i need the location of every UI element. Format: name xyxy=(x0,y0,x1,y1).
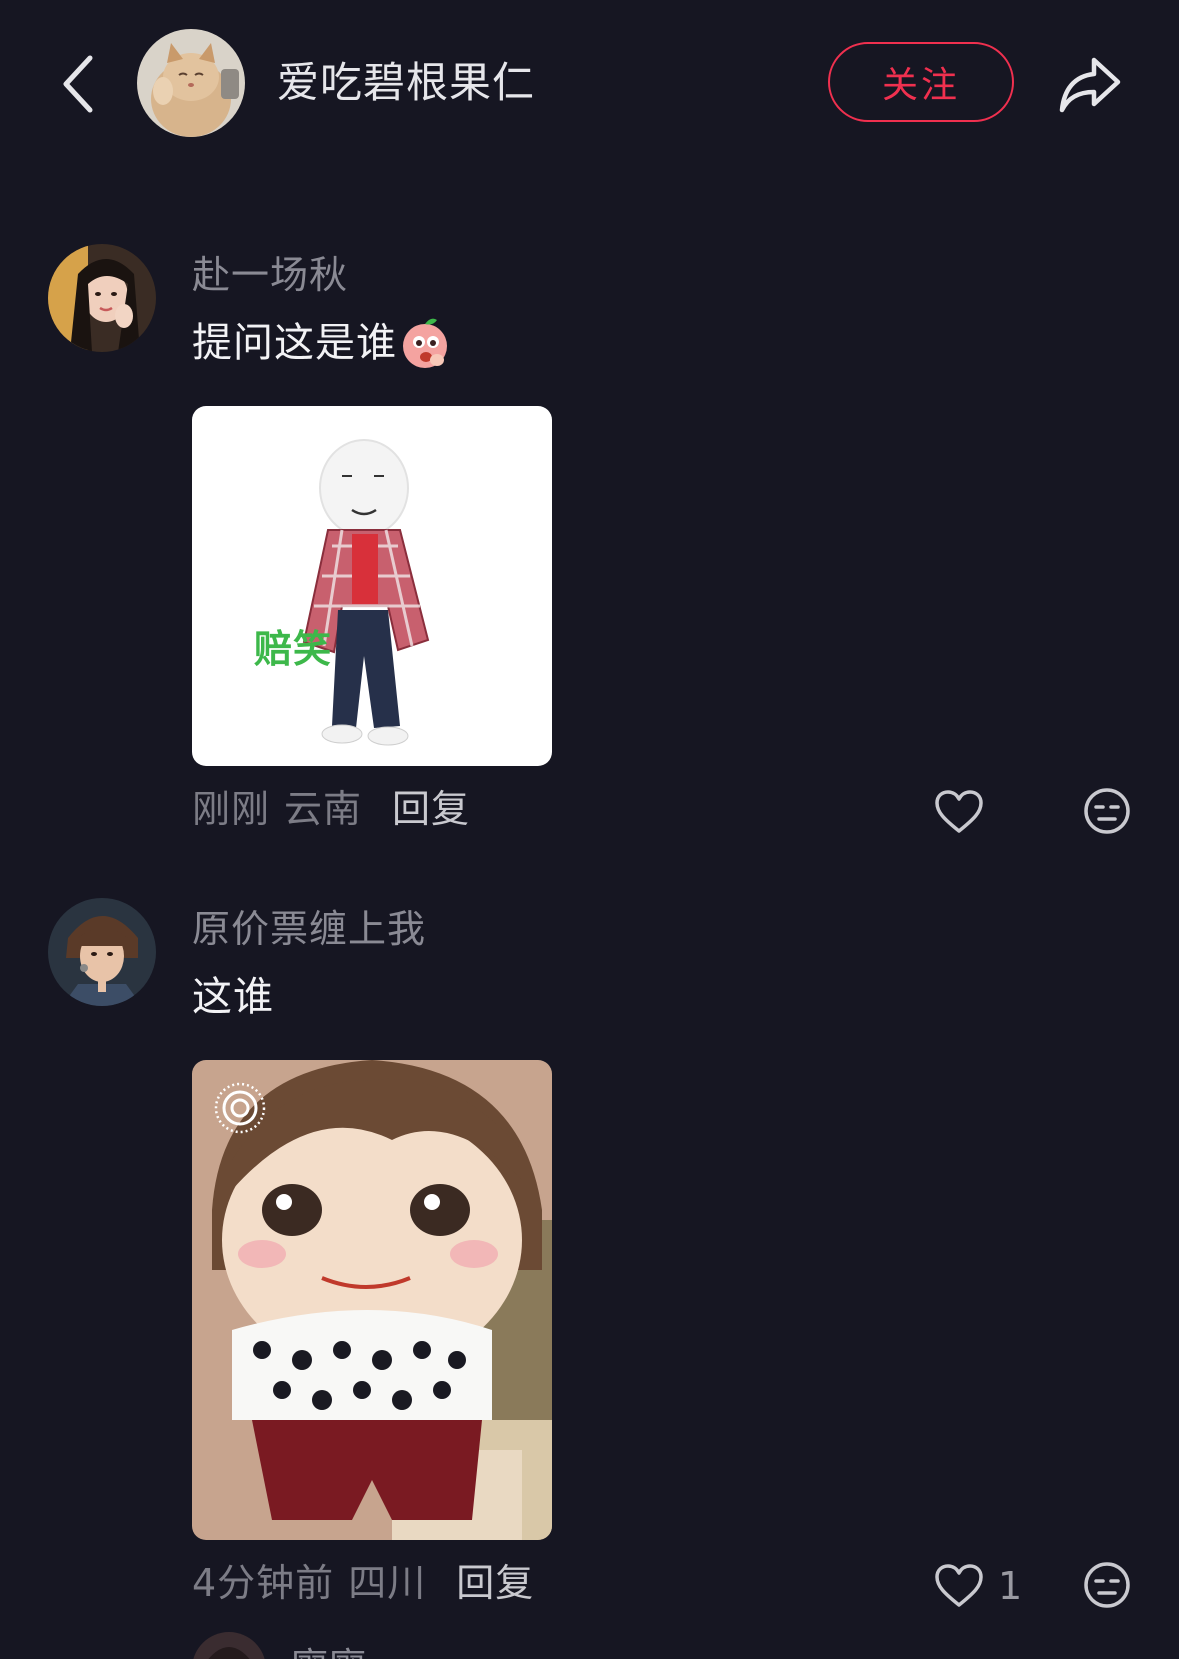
share-button[interactable] xyxy=(1054,48,1126,120)
comment-text-content: 这谁 xyxy=(192,974,274,1020)
reply-button[interactable]: 回复 xyxy=(392,784,470,834)
peach-emoji-icon xyxy=(403,318,447,368)
comment-text: 这谁 xyxy=(192,970,274,1024)
chevron-left-icon xyxy=(63,55,93,113)
reply-button[interactable]: 回复 xyxy=(456,1558,534,1608)
comment-location: 云南 xyxy=(284,787,363,831)
dislike-button[interactable] xyxy=(1082,786,1132,836)
heart-icon xyxy=(935,1564,983,1607)
share-icon xyxy=(1059,57,1121,113)
like-button[interactable] xyxy=(934,784,998,840)
comment-meta: 刚刚 云南 回复 xyxy=(192,784,470,834)
heart-icon xyxy=(935,790,983,833)
next-commenter-name[interactable]: 廖廖 xyxy=(290,1636,366,1659)
author-avatar[interactable] xyxy=(137,29,245,137)
comment-sticker-image[interactable]: 赔笑 xyxy=(192,406,552,766)
commenter-name[interactable]: 赴一场秋 xyxy=(192,250,348,300)
commenter-avatar[interactable] xyxy=(48,244,156,352)
like-count: 1 xyxy=(998,1564,1023,1608)
author-name[interactable]: 爱吃碧根果仁 xyxy=(277,55,535,111)
sticker-caption: 赔笑 xyxy=(254,627,333,671)
top-bar: 爱吃碧根果仁 关注 xyxy=(0,0,1179,170)
comment-time: 4分钟前 xyxy=(192,1561,335,1605)
meh-face-icon xyxy=(1084,1562,1130,1608)
live-photo-icon xyxy=(214,1082,266,1134)
comment-photo-image[interactable] xyxy=(192,1060,552,1540)
comment-location: 四川 xyxy=(348,1561,427,1605)
follow-button[interactable]: 关注 xyxy=(828,42,1014,122)
like-button[interactable]: 1 xyxy=(934,1558,1022,1614)
next-commenter-avatar[interactable] xyxy=(192,1632,266,1659)
comment-text: 提问这是谁 xyxy=(192,316,451,370)
comment-time: 刚刚 xyxy=(192,787,271,831)
back-button[interactable] xyxy=(48,46,108,122)
meh-face-icon xyxy=(1084,788,1130,834)
commenter-name[interactable]: 原价票缠上我 xyxy=(192,904,426,954)
commenter-avatar[interactable] xyxy=(48,898,156,1006)
dislike-button[interactable] xyxy=(1082,1560,1132,1610)
comment-meta: 4分钟前 四川 回复 xyxy=(192,1558,534,1608)
comment-text-content: 提问这是谁 xyxy=(192,320,397,366)
comment-page: 爱吃碧根果仁 关注 赴一场秋 提问这是谁 赔笑 刚刚 云南 回复 原价票缠上我 … xyxy=(0,0,1179,1659)
